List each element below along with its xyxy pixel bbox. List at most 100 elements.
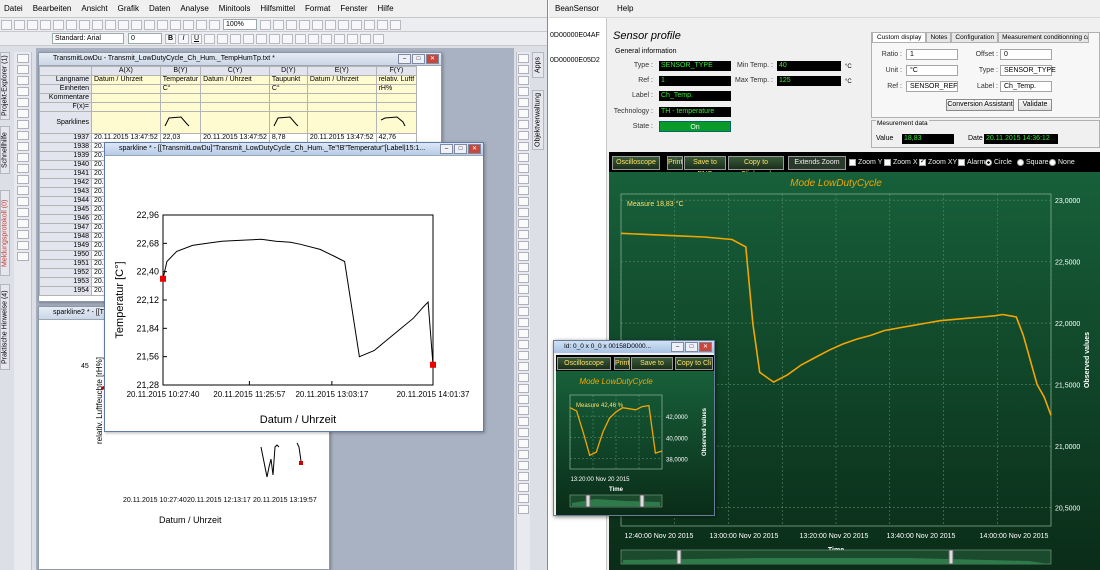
close-icon[interactable]: ✕ [468,144,481,154]
tab-configuration[interactable]: Configuration [951,32,999,43]
menu-item[interactable]: Hilfsmittel [260,4,295,13]
meta-cell[interactable]: Datum / Uhrzeit [91,75,161,85]
paste-icon[interactable] [79,19,90,30]
meta-cell[interactable] [91,84,161,94]
annotation-tool-icon[interactable] [17,241,29,250]
plot-type-icon[interactable] [518,461,529,470]
row-number[interactable]: 1950 [39,250,92,260]
tab-praktische-hinweise[interactable]: Praktische Hinweise (4) [0,284,10,370]
plot-type-icon[interactable] [518,241,529,250]
close-icon[interactable]: ✕ [699,342,712,352]
meta-cell[interactable]: C° [268,84,308,94]
arrow-tool-icon[interactable] [17,153,29,162]
meta-cell[interactable]: rH% [375,84,418,94]
border-icon[interactable] [321,33,332,44]
meta-cell[interactable] [200,84,270,94]
tab-measurement-calib[interactable]: Measurement conditionning calib [998,32,1090,43]
none-radio[interactable]: None [1049,159,1075,166]
meta-cell[interactable] [268,111,308,134]
meta-cell[interactable] [159,93,202,103]
menu-item[interactable]: Bearbeiten [33,4,72,13]
tab-apps[interactable]: Apps [532,52,544,78]
popup-copy-button[interactable]: Copy to Cli [675,357,713,370]
mask-tool-icon[interactable] [17,120,29,129]
chart-icon[interactable] [364,19,375,30]
polygon-tool-icon[interactable] [17,208,29,217]
window-icon[interactable] [377,19,388,30]
pattern-icon[interactable] [334,33,345,44]
row-number[interactable]: 1944 [39,196,92,206]
row-number[interactable]: 1952 [39,268,92,278]
meta-cell[interactable]: Taupunkt [268,75,308,85]
square-radio[interactable]: Square [1017,159,1049,166]
line-tool-icon[interactable] [17,175,29,184]
zoom-in-icon[interactable] [260,19,271,30]
custom-label-input[interactable]: Ch_Temp. [1000,81,1052,92]
meta-cell[interactable] [306,84,377,94]
meta-cell[interactable] [306,102,377,112]
meta-cell[interactable] [306,111,377,134]
row-number[interactable]: 1947 [39,223,92,233]
text-tool-icon[interactable] [17,142,29,151]
tab-notes[interactable]: Notes [926,32,952,43]
row-number[interactable]: 1951 [39,259,92,269]
plot-type-icon[interactable] [518,494,529,503]
meta-cell[interactable] [159,111,202,134]
row-number[interactable]: 1943 [39,187,92,197]
plot-type-icon[interactable] [518,120,529,129]
minimize-icon[interactable]: – [671,342,684,352]
copy-icon[interactable] [66,19,77,30]
column-header[interactable]: D(Y) [268,66,308,76]
device-item[interactable]: 0D00000E05D2 [549,55,606,66]
plot-type-icon[interactable] [518,76,529,85]
corner-cell[interactable] [39,66,92,76]
zoom-out-icon[interactable] [273,19,284,30]
extends-zoom-button[interactable]: Extends Zoom [788,156,846,170]
meta-cell[interactable] [91,111,161,134]
row-number[interactable]: 1940 [39,160,92,170]
row-number[interactable]: 1938 [39,142,92,152]
plot-type-icon[interactable] [518,505,529,514]
plot-type-icon[interactable] [518,98,529,107]
worksheet-icon[interactable] [144,19,155,30]
plot-type-icon[interactable] [518,153,529,162]
meta-cell[interactable]: Datum / Uhrzeit [200,75,270,85]
meta-cell[interactable]: C° [159,84,202,94]
close-icon[interactable]: ✕ [426,54,439,64]
plot-type-icon[interactable] [518,428,529,437]
column-header[interactable]: A(X) [91,66,161,76]
maximize-icon[interactable]: □ [412,54,425,64]
unit-input[interactable]: °C [906,65,958,76]
plot-type-icon[interactable] [518,307,529,316]
popup-save-button[interactable]: Save to PNG [631,357,673,378]
plot-type-icon[interactable] [518,142,529,151]
menu-item[interactable]: Ansicht [81,4,107,13]
meta-cell[interactable] [375,93,418,103]
mode-select[interactable]: Oscilloscope [612,156,660,170]
alarm-checkbox[interactable]: Alarm [958,159,985,166]
menu-item[interactable]: Grafik [118,4,139,13]
custom-type-input[interactable]: SENSOR_TYPE [1000,65,1056,76]
menu-beansensor[interactable]: BeanSensor [555,4,599,13]
print-button[interactable]: Print [667,156,683,170]
meta-cell[interactable] [91,93,161,103]
graph-icon[interactable] [131,19,142,30]
meta-cell[interactable] [375,102,418,112]
undo-icon[interactable] [92,19,103,30]
subscript-icon[interactable] [217,33,228,44]
column-header[interactable]: F(Y) [375,66,418,76]
plot-type-icon[interactable] [518,450,529,459]
plot-type-icon[interactable] [518,274,529,283]
line-color-icon[interactable] [269,33,280,44]
plot-type-icon[interactable] [518,472,529,481]
plot-type-icon[interactable] [518,329,529,338]
refresh-icon[interactable] [118,19,129,30]
data-reader-tool-icon[interactable] [17,87,29,96]
device-item[interactable]: 0D00000E04AF [549,30,606,41]
column-header[interactable]: C(Y) [200,66,270,76]
row-number[interactable]: 1942 [39,178,92,188]
menu-item[interactable]: Fenster [340,4,367,13]
conversion-assistant-button[interactable]: Conversion Assistant [946,99,1014,111]
meta-cell[interactable]: relativ. Luftf [375,75,418,85]
line-width-icon[interactable] [347,33,358,44]
